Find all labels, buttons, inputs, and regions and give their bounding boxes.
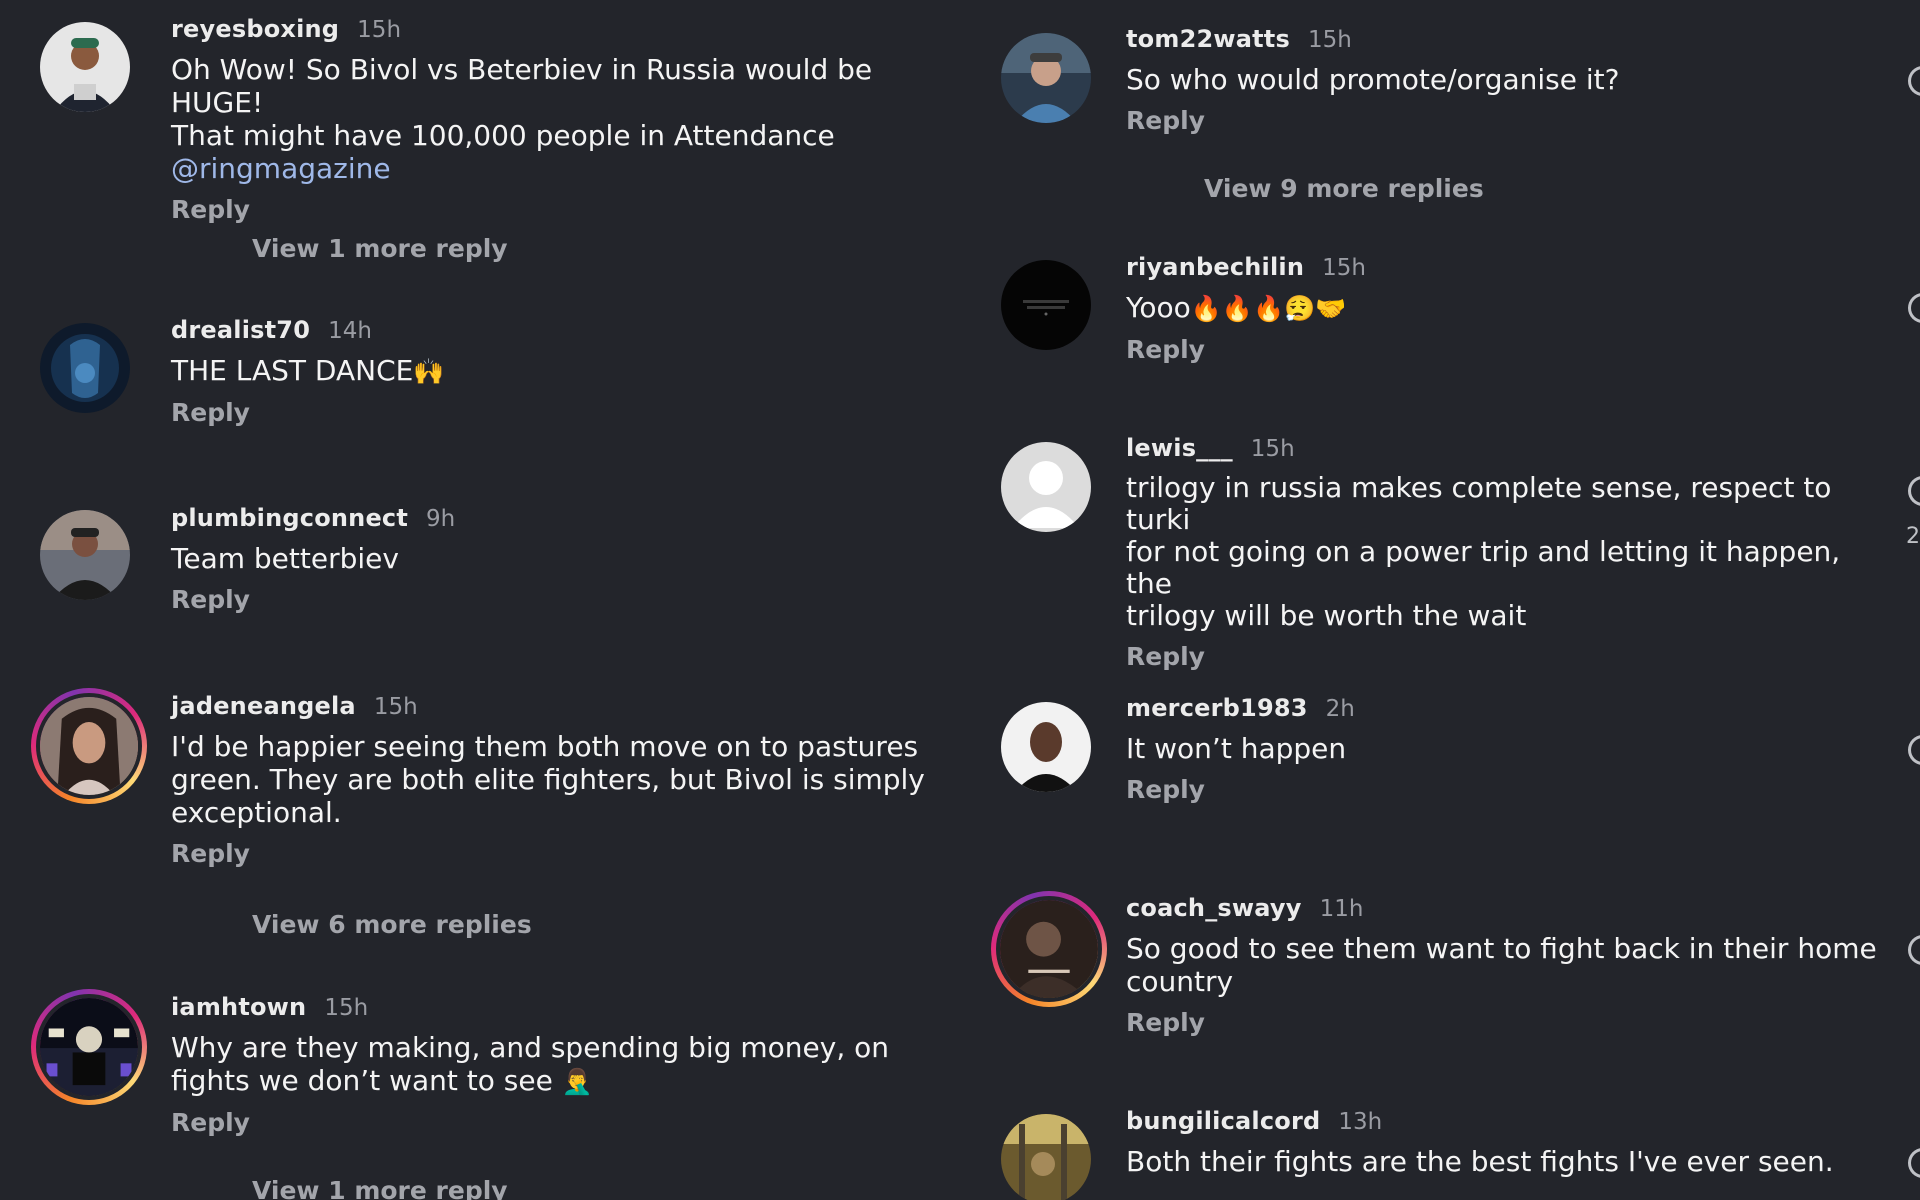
avatar[interactable] — [1001, 442, 1091, 532]
comment-text-line: for not going on a power trip and lettin… — [1126, 535, 1841, 600]
comment-text-line: Yooo — [1126, 291, 1191, 324]
story-ring — [996, 896, 1102, 1002]
emoji: 🔥🔥🔥😮‍💨🤝 — [1190, 294, 1347, 323]
avatar[interactable] — [40, 510, 130, 600]
like-count: 2 — [1906, 524, 1920, 549]
view-more-replies-button[interactable]: View 1 more reply — [252, 234, 508, 264]
reply-button[interactable]: Reply — [171, 1108, 971, 1138]
comment-text: Team betterbiev — [171, 542, 971, 575]
comment-username[interactable]: reyesboxing — [171, 14, 339, 44]
heart-icon[interactable] — [1908, 1148, 1920, 1178]
comment-text: trilogy in russia makes complete sense, … — [1126, 472, 1886, 632]
reply-button[interactable]: Reply — [1126, 642, 1886, 672]
comment-text-line: THE LAST DANCE — [171, 354, 414, 387]
avatar[interactable] — [1001, 260, 1091, 350]
reply-button[interactable]: Reply — [1126, 335, 1886, 365]
comment-text: I'd be happier seeing them both move on … — [171, 730, 971, 829]
heart-icon[interactable] — [1908, 293, 1920, 323]
comment-timestamp: 11h — [1319, 896, 1364, 922]
avatar[interactable] — [1001, 702, 1091, 792]
comment-username[interactable]: bungilicalcord — [1126, 1106, 1320, 1136]
comment-timestamp: 2h — [1325, 696, 1355, 722]
comment-username[interactable]: plumbingconnect — [171, 503, 408, 533]
comment-timestamp: 15h — [324, 995, 369, 1021]
comment-text: Oh Wow! So Bivol vs Beterbiev in Russia … — [171, 53, 971, 185]
comments-screen: reyesboxing 15h Oh Wow! So Bivol vs Bete… — [0, 0, 1920, 1200]
comment-username[interactable]: tom22watts — [1126, 24, 1290, 54]
comment-text-line: trilogy will be worth the wait — [1126, 599, 1527, 632]
avatar[interactable] — [991, 891, 1107, 1007]
comment-text: It won’t happen — [1126, 732, 1886, 765]
view-more-replies-button[interactable]: View 9 more replies — [1204, 174, 1484, 204]
avatar[interactable] — [40, 22, 130, 112]
comment-text: Both their fights are the best fights I'… — [1126, 1145, 1886, 1178]
comment-username[interactable]: coach_swayy — [1126, 893, 1302, 923]
comment-username[interactable]: riyanbechilin — [1126, 252, 1304, 282]
comment-timestamp: 15h — [373, 694, 418, 720]
avatar[interactable] — [31, 989, 147, 1105]
heart-icon[interactable] — [1908, 476, 1920, 506]
comment-text-line: country — [1126, 965, 1234, 998]
comment-username[interactable]: lewis___ — [1126, 433, 1233, 463]
comment-username[interactable]: drealist70 — [171, 315, 310, 345]
story-ring — [36, 693, 142, 799]
reply-button[interactable]: Reply — [1126, 775, 1886, 805]
comment-text-line: Both their fights are the best fights I'… — [1126, 1145, 1834, 1178]
comment-text-line: Oh Wow! So Bivol vs Beterbiev in Russia … — [171, 53, 873, 119]
comment-text-line: So good to see them want to fight back i… — [1126, 932, 1877, 965]
comment-text-line: It won’t happen — [1126, 732, 1347, 765]
comment-text-line: Team betterbiev — [171, 542, 399, 575]
comment-username[interactable]: mercerb1983 — [1126, 693, 1308, 723]
comment-timestamp: 15h — [1307, 27, 1352, 53]
comment-text-line: green. They are both elite fighters, but… — [171, 763, 925, 796]
comment-text: Yooo🔥🔥🔥😮‍💨🤝 — [1126, 291, 1886, 325]
comment-text-line: I'd be happier seeing them both move on … — [171, 730, 919, 763]
reply-button[interactable]: Reply — [1126, 1008, 1886, 1038]
story-ring — [36, 994, 142, 1100]
emoji: 🤦‍♂️ — [561, 1067, 593, 1096]
heart-icon[interactable] — [1908, 935, 1920, 965]
comment-text-line: So who would promote/organise it? — [1126, 63, 1620, 96]
reply-button[interactable]: Reply — [171, 195, 971, 225]
comment-timestamp: 15h — [357, 17, 402, 43]
comment-timestamp: 14h — [328, 318, 372, 344]
comment-text-line: fights we don’t want to see — [171, 1064, 553, 1097]
comment-text: So who would promote/organise it? — [1126, 63, 1886, 96]
reply-button[interactable]: Reply — [171, 585, 971, 615]
avatar[interactable] — [1001, 33, 1091, 123]
reply-button[interactable]: Reply — [171, 398, 971, 428]
view-more-replies-button[interactable]: View 1 more reply — [252, 1176, 508, 1200]
comment-username[interactable]: jadeneangela — [171, 691, 356, 721]
avatar[interactable] — [40, 323, 130, 413]
comment-username[interactable]: iamhtown — [171, 992, 306, 1022]
comment-timestamp: 13h — [1338, 1109, 1383, 1135]
avatar[interactable] — [1001, 1114, 1091, 1200]
view-more-replies-button[interactable]: View 6 more replies — [252, 910, 532, 940]
comment-text: THE LAST DANCE🙌 — [171, 354, 971, 388]
heart-icon[interactable] — [1908, 735, 1920, 765]
heart-icon[interactable] — [1908, 66, 1920, 96]
avatar[interactable] — [31, 688, 147, 804]
reply-button[interactable]: Reply — [1126, 106, 1886, 136]
comment-text: Why are they making, and spending big mo… — [171, 1031, 971, 1098]
emoji: 🙌 — [413, 357, 445, 386]
comment-text: So good to see them want to fight back i… — [1126, 932, 1886, 998]
mention-link[interactable]: @ringmagazine — [171, 152, 971, 185]
comment-text-line: exceptional. — [171, 796, 342, 829]
reply-button[interactable]: Reply — [171, 839, 971, 869]
comment-timestamp: 9h — [426, 506, 456, 532]
comment-text-line: That might have 100,000 people in Attend… — [171, 119, 835, 152]
comment-timestamp: 15h — [1322, 255, 1366, 281]
comment-timestamp: 15h — [1250, 436, 1295, 462]
comment-text-line: Why are they making, and spending big mo… — [171, 1031, 889, 1064]
comment-text-line: trilogy in russia makes complete sense, … — [1126, 471, 1832, 536]
